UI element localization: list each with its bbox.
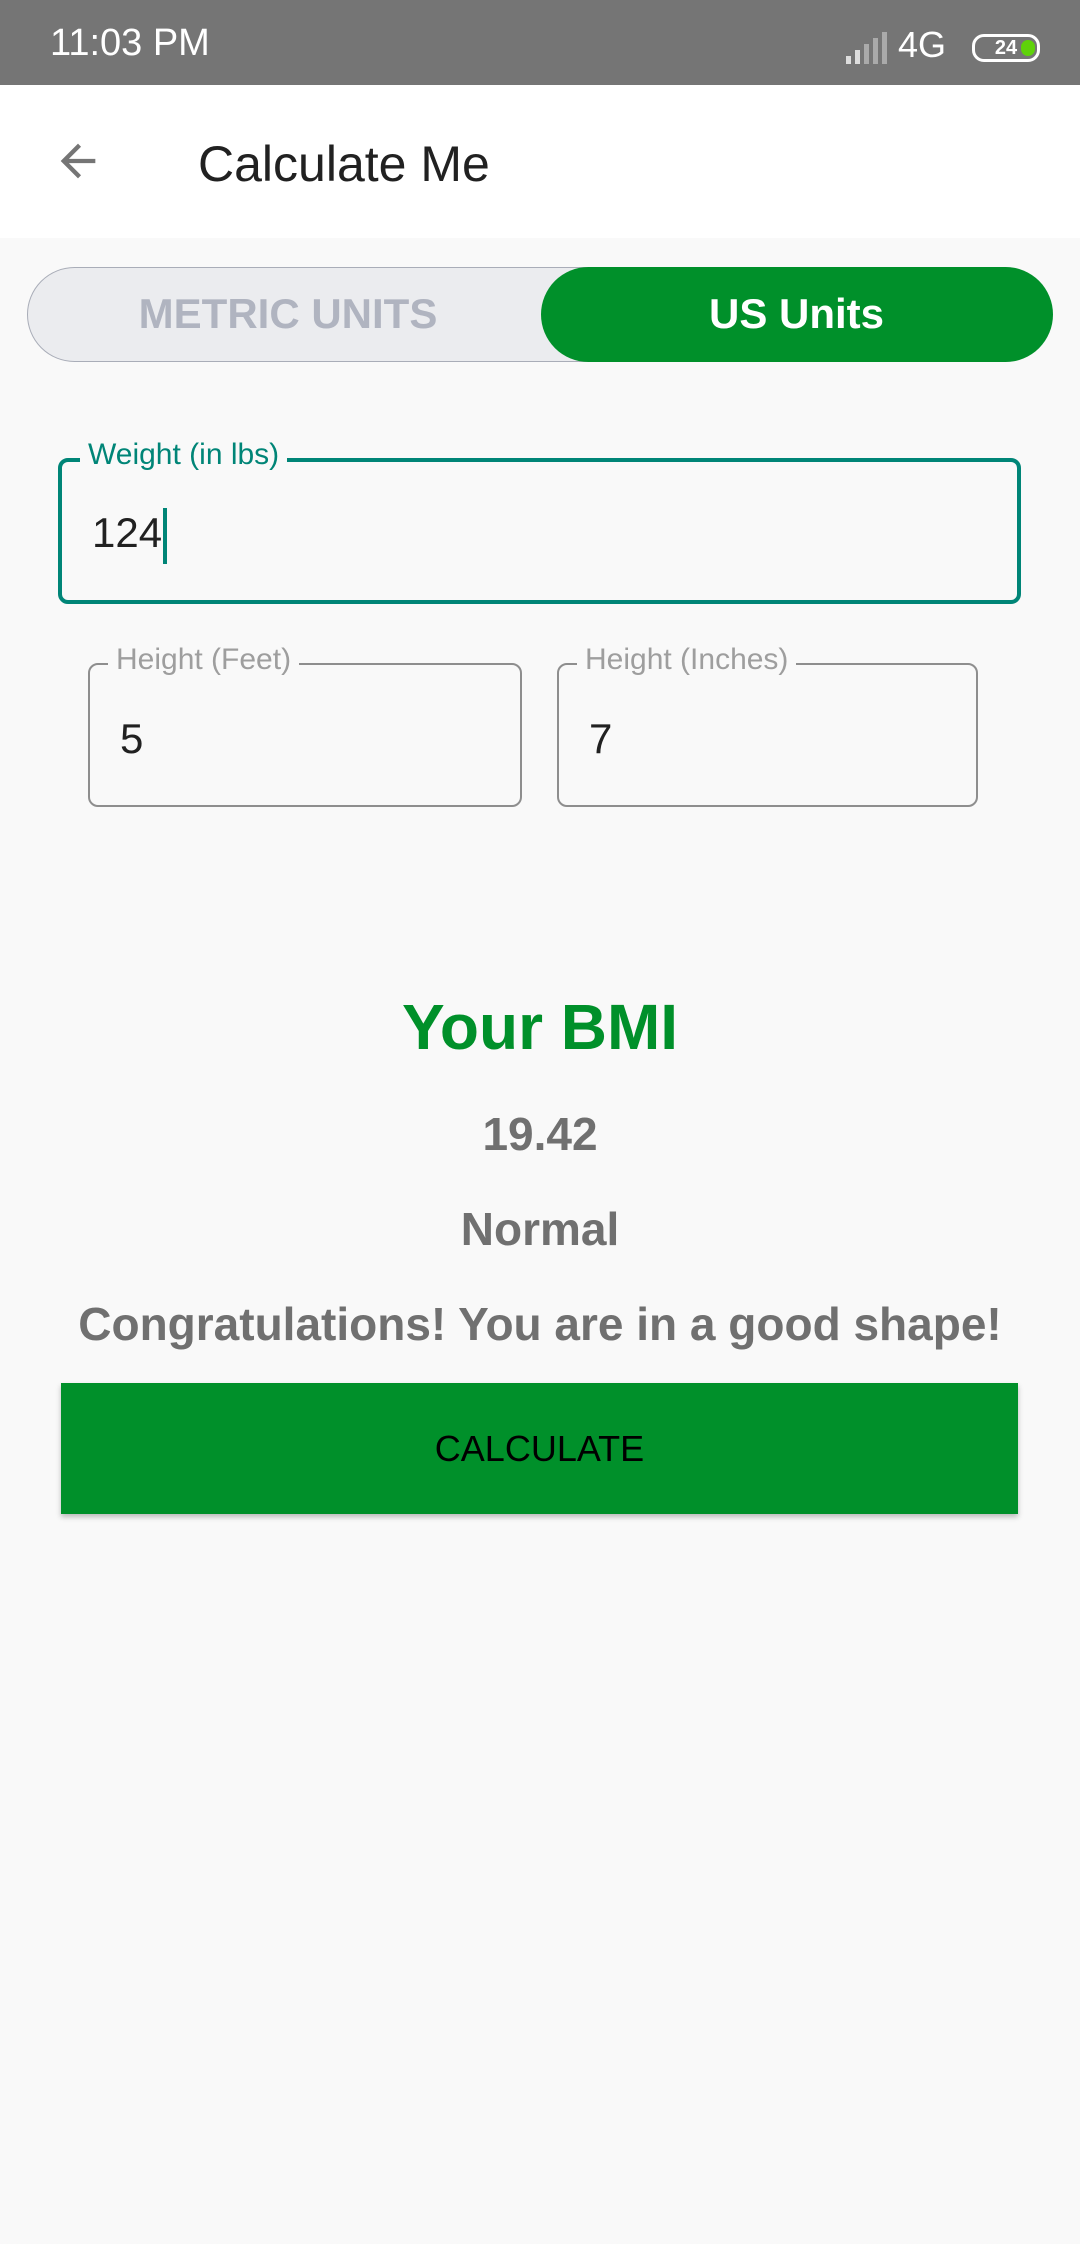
height-inches-value: 7 — [589, 715, 613, 762]
weight-value: 124 — [92, 509, 163, 557]
signal-icon — [846, 32, 887, 64]
arrow-left-icon[interactable] — [52, 135, 104, 187]
tab-metric-units[interactable]: METRIC UNITS — [28, 267, 548, 362]
unit-toggle: METRIC UNITS US Units — [27, 266, 1053, 362]
height-feet-value: 5 — [120, 715, 144, 762]
height-feet-label: Height (Feet) — [108, 643, 300, 677]
text-cursor — [163, 508, 168, 564]
height-inches-field[interactable]: Height (Inches) 7 — [557, 643, 978, 807]
height-feet-field[interactable]: Height (Feet) 5 — [88, 643, 522, 807]
status-bar: 11:03 PM 4G 24 — [0, 0, 1080, 85]
bmi-heading: Your BMI — [401, 991, 679, 1063]
tab-us-units[interactable]: US Units — [540, 266, 1053, 362]
network-type: 4G — [898, 24, 947, 65]
height-inches-label: Height (Inches) — [577, 643, 797, 677]
status-time: 11:03 PM — [50, 22, 210, 64]
weight-field[interactable]: Weight (in lbs) 124 — [58, 438, 1021, 604]
bmi-value: 19.42 — [482, 1108, 598, 1160]
bmi-message: Congratulations! You are in a good shape… — [78, 1298, 1002, 1350]
page-title: Calculate Me — [198, 136, 490, 192]
battery-icon: 24 — [972, 34, 1040, 62]
calculate-button[interactable]: CALCULATE — [61, 1383, 1018, 1514]
weight-label: Weight (in lbs) — [80, 438, 288, 472]
battery-level: 24 — [994, 37, 1018, 59]
bmi-category: Normal — [460, 1203, 620, 1255]
app-bar: Calculate Me — [0, 85, 1080, 238]
